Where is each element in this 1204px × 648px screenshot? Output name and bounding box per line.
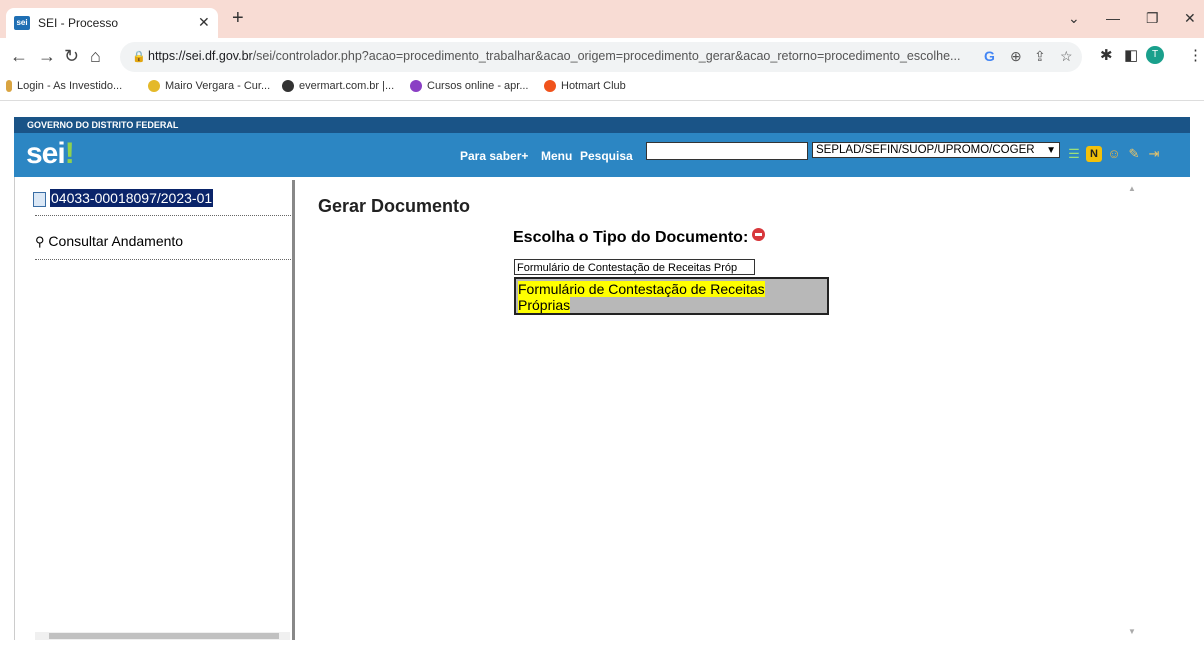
unit-select[interactable]: SEPLAD/SEFIN/SUOP/UPROMO/COGER ▼ [812,142,1060,158]
tab-title: SEI - Processo [38,16,119,30]
news-icon[interactable]: N [1086,146,1102,162]
home-icon[interactable]: ⌂ [90,47,101,65]
menu-kebab-icon[interactable]: ⋮ [1188,46,1203,64]
forward-icon[interactable]: → [38,47,56,65]
autocomplete-option[interactable]: Formulário de Contestação de Receitas Pr… [518,281,788,313]
reload-icon[interactable]: ↻ [64,47,79,65]
list-view-icon[interactable]: ☰ [1066,146,1082,162]
hotmart-flame-icon [544,80,556,93]
share-icon[interactable]: ⇪ [1034,48,1046,65]
close-window-icon[interactable]: ✕ [1184,10,1196,27]
divider [35,215,291,216]
menu-link[interactable]: Menu [541,149,572,163]
user-icon[interactable]: ☺ [1106,146,1122,162]
bookmark-favicon-icon [6,80,12,93]
google-icon[interactable]: G [984,48,995,64]
tab-search-icon[interactable]: ⌄ [1068,10,1080,27]
bookmark-hotmart[interactable]: Hotmart Club [544,80,626,93]
bookmark-mairo[interactable]: Mairo Vergara - Cur... [148,80,270,93]
address-bar[interactable]: 🔒 https://sei.df.gov.br/sei/controlador.… [120,42,1082,72]
gov-label: GOVERNO DO DISTRITO FEDERAL [27,120,179,130]
document-type-label: Escolha o Tipo do Documento: [513,228,766,247]
divider [35,259,291,260]
tools-icon[interactable]: ✎ [1126,146,1142,162]
bookmark-evermart[interactable]: evermart.com.br |... [282,80,394,93]
consultar-andamento-link[interactable]: ⚲ Consultar Andamento [35,233,183,250]
autocomplete-dropdown: Formulário de Contestação de Receitas Pr… [514,277,829,315]
chevron-down-icon: ▼ [1046,145,1056,156]
restore-icon[interactable]: ❐ [1146,10,1159,27]
side-panel-icon[interactable]: ◧ [1124,46,1138,64]
pesquisa-link[interactable]: Pesquisa [580,149,633,163]
minimize-icon[interactable]: — [1106,10,1120,26]
new-tab-icon[interactable]: + [232,8,244,28]
bookmark-favicon-icon [148,80,160,93]
process-number-link[interactable]: 04033-00018097/2023-01 [33,189,214,207]
gov-header: GOVERNO DO DISTRITO FEDERAL [14,117,1190,133]
browser-toolbar: ← → ↻ ⌂ 🔒 https://sei.df.gov.br/sei/cont… [0,38,1204,76]
page-title: Gerar Documento [318,196,471,216]
sei-toolbar: sei! Para saber+ Menu Pesquisa SEPLAD/SE… [14,133,1190,177]
logout-icon[interactable]: ⇥ [1146,146,1162,162]
scroll-up-icon[interactable]: ▲ [1128,184,1136,193]
panel-splitter[interactable] [292,180,295,640]
scroll-down-icon[interactable]: ▼ [1128,627,1136,636]
close-tab-icon[interactable]: ✕ [198,14,210,31]
profile-avatar[interactable]: T [1146,46,1164,64]
sei-favicon-icon: sei [14,16,30,30]
para-saber-link[interactable]: Para saber+ [460,149,528,163]
bookmark-star-icon[interactable]: ☆ [1060,48,1073,65]
lock-icon: 🔒 [132,51,146,63]
bookmarks-bar: Login - As Investido... Mairo Vergara - … [0,76,1204,101]
scrollbar-thumb[interactable] [49,633,279,639]
vertical-scrollbar[interactable]: ▲ ▼ [1124,180,1140,640]
process-tree-panel: 04033-00018097/2023-01 ⚲ Consultar Andam… [14,177,293,640]
browser-tab-bar: sei SEI - Processo ✕ + ⌄ — ❐ ✕ [0,0,1204,38]
bookmark-login[interactable]: Login - As Investido... [6,80,122,93]
bookmark-favicon-icon [410,80,422,93]
back-icon[interactable]: ← [10,47,28,65]
bookmark-cursos[interactable]: Cursos online - apr... [410,80,529,93]
horizontal-scrollbar[interactable] [35,632,290,640]
extensions-icon[interactable]: ✱ [1100,46,1113,64]
process-document-icon [33,191,46,207]
zoom-icon[interactable]: ⊕ [1010,48,1022,65]
document-type-filter-input[interactable]: Formulário de Contestação de Receitas Pr… [514,259,755,275]
sei-logo[interactable]: sei! [26,137,75,171]
search-input[interactable] [646,142,808,160]
magnifier-icon: ⚲ [35,234,45,249]
browser-tab[interactable]: sei SEI - Processo ✕ [6,8,218,38]
url-text: https://sei.df.gov.br/sei/controlador.ph… [148,49,961,63]
bookmark-favicon-icon [282,80,294,93]
collapse-minus-icon[interactable] [752,228,766,241]
